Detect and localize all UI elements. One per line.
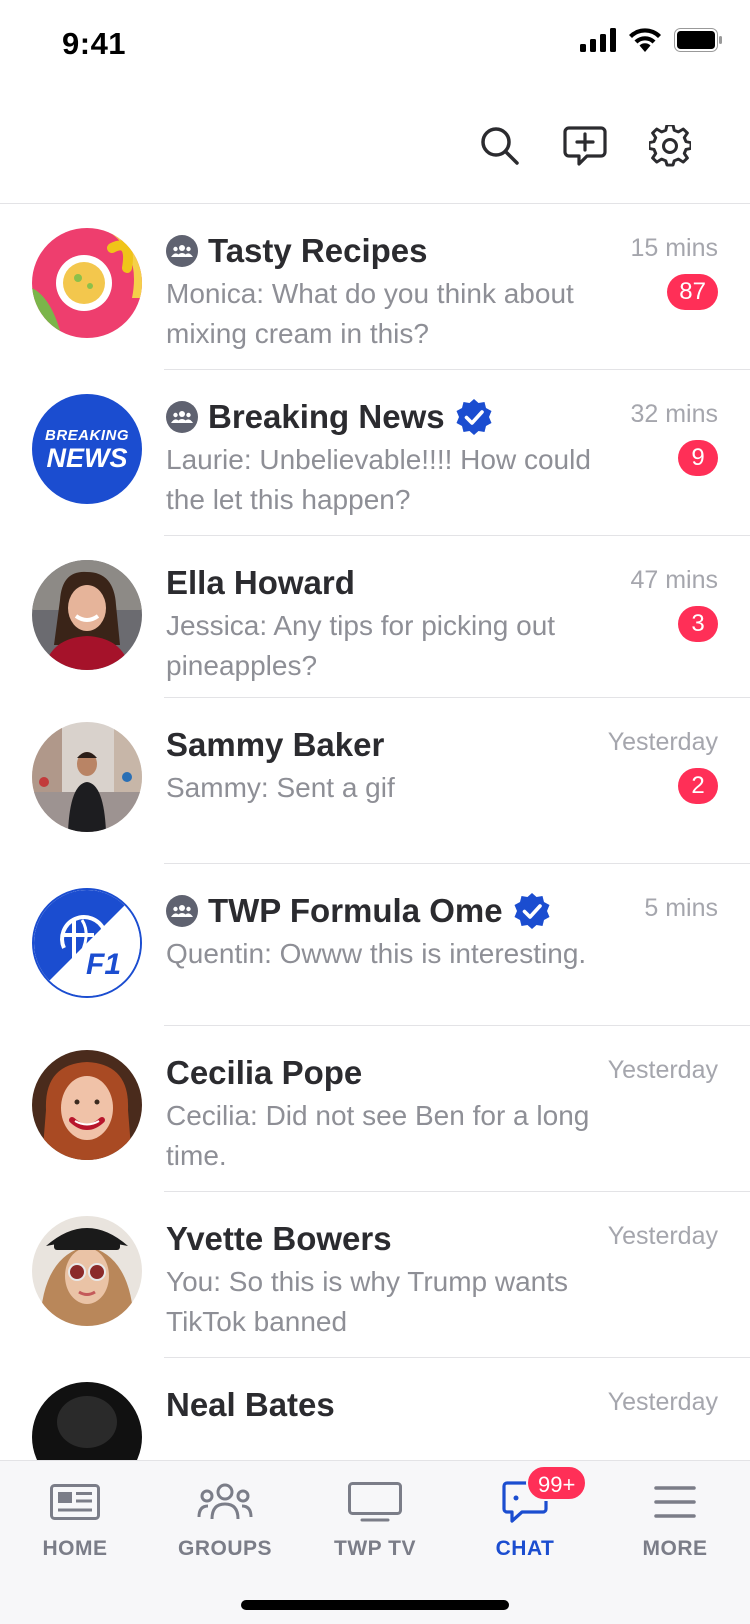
chat-time: Yesterday [607,1056,718,1084]
chat-preview: Cecilia: Did not see Ben for a long time… [166,1100,590,1171]
verified-badge-icon [514,893,550,929]
chat-row-tasty-recipes[interactable]: Tasty Recipes 15 mins Monica: What do yo… [0,204,750,370]
battery-icon [674,28,722,52]
chat-time: Yesterday [607,1222,718,1250]
tab-label: GROUPS [177,1537,272,1560]
avatar [32,722,142,832]
search-icon [481,127,519,165]
settings-icon [649,125,691,167]
tab-label: TWP TV [334,1537,416,1560]
chat-name: Neal Bates [166,1386,335,1423]
search-button[interactable] [472,118,528,174]
chat-time: 15 mins [630,234,718,262]
chat-name: Cecilia Pope [166,1054,363,1091]
tab-chat[interactable]: 99+ CHAT [450,1465,600,1565]
chat-preview: Jessica: Any tips for picking out pineap… [166,610,556,681]
status-bar: 9:41 [0,0,750,88]
menu-icon [654,1486,696,1518]
chat-body: Ella Howard 47 mins Jessica: Any tips fo… [164,536,750,698]
chat-body: Breaking News 32 mins Laurie: Unbelievab… [164,370,750,536]
home-indicator[interactable] [241,1600,509,1610]
tab-label: MORE [642,1537,708,1560]
chat-preview: Laurie: Unbelievable!!!! How could the l… [166,444,591,515]
group-icon [166,895,198,927]
unread-badge: 2 [678,768,718,804]
new-chat-button[interactable] [557,118,613,174]
tab-label: CHAT [495,1537,555,1560]
chat-time: 32 mins [630,400,718,428]
chat-row-ella-howard[interactable]: Ella Howard 47 mins Jessica: Any tips fo… [0,536,750,698]
avatar-text-f1: F1 [86,948,121,981]
chat-time: Yesterday [607,1388,718,1416]
chat-preview: Sammy: Sent a gif [166,772,395,803]
unread-badge: 9 [678,440,718,476]
chat-time: Yesterday [607,728,718,756]
chat-name: Breaking News [208,398,445,435]
avatar-text-line2: NEWS [46,442,128,473]
chat-name: Ella Howard [166,564,355,601]
avatar [32,560,142,670]
chat-row-breaking-news[interactable]: BREAKING NEWS Breaking News 32 mins Laur… [0,370,750,536]
wifi-icon [629,28,661,52]
chat-preview: Monica: What do you think about mixing c… [166,278,574,349]
tv-icon [348,1482,402,1522]
group-icon [166,401,198,433]
chat-row-twp-formula-ome[interactable]: F1 TWP Formula Ome 5 mins Quentin: Owww … [0,864,750,1026]
settings-button[interactable] [642,118,698,174]
header-toolbar [0,88,750,204]
chat-body: Tasty Recipes 15 mins Monica: What do yo… [164,204,750,370]
chat-preview: Quentin: Owww this is interesting. [166,938,587,969]
chat-row-neal-bates[interactable]: Neal Bates Yesterday [0,1358,750,1460]
chat-name: Tasty Recipes [208,232,428,269]
verified-badge-icon [456,399,492,435]
tab-more[interactable]: MORE [600,1475,750,1565]
group-icon [166,235,198,267]
group-avatar: F1 [32,888,142,998]
chat-body: Cecilia Pope Yesterday Cecilia: Did not … [164,1026,750,1192]
tab-home[interactable]: HOME [0,1475,150,1565]
chat-body: Sammy Baker Yesterday Sammy: Sent a gif … [164,698,750,864]
unread-badge: 87 [667,274,718,310]
tab-label: HOME [42,1537,108,1560]
chat-list: Tasty Recipes 15 mins Monica: What do yo… [0,204,750,1460]
chat-name: Yvette Bowers [166,1220,392,1257]
groups-icon [197,1483,253,1520]
avatar [32,1050,142,1160]
chat-row-sammy-baker[interactable]: Sammy Baker Yesterday Sammy: Sent a gif … [0,698,750,864]
chat-name: TWP Formula Ome [208,892,503,929]
group-avatar: BREAKING NEWS [32,394,142,504]
unread-badge: 3 [678,606,718,642]
tab-twp-tv[interactable]: TWP TV [300,1475,450,1565]
new-chat-icon [563,126,607,166]
avatar [32,1216,142,1326]
avatar [32,1382,142,1460]
tab-groups[interactable]: GROUPS [150,1475,300,1565]
group-avatar [32,228,142,338]
chat-preview: You: So this is why Trump wants TikTok b… [166,1266,569,1337]
chat-row-cecilia-pope[interactable]: Cecilia Pope Yesterday Cecilia: Did not … [0,1026,750,1192]
chat-time: 5 mins [644,894,718,922]
cellular-signal-icon [580,28,616,52]
chat-time: 47 mins [630,566,718,594]
status-icons [580,28,722,52]
chat-body: TWP Formula Ome 5 mins Quentin: Owww thi… [164,864,750,1026]
avatar-text-line1: BREAKING [44,426,129,444]
status-time: 9:41 [62,26,127,61]
chat-unread-badge: 99+ [526,1465,588,1501]
chat-body: Yvette Bowers Yesterday You: So this is … [164,1192,750,1358]
chat-name: Sammy Baker [166,726,385,763]
news-icon [50,1484,100,1520]
chat-body: Neal Bates Yesterday [164,1358,750,1460]
chat-row-yvette-bowers[interactable]: Yvette Bowers Yesterday You: So this is … [0,1192,750,1358]
